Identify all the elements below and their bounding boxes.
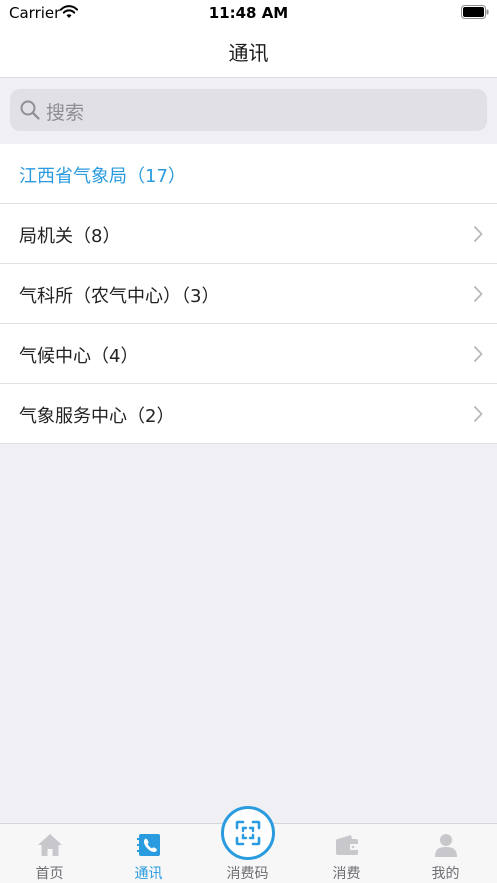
chevron-right-icon (473, 225, 483, 243)
list-item-label: 气科所（农气中心）（3） (19, 286, 220, 307)
list-item-label: 气象服务中心（2） (19, 406, 175, 427)
list-header-jiangxi[interactable]: 江西省气象局（17） (0, 144, 497, 204)
search-input[interactable]: 搜索 (10, 89, 487, 131)
tab-label: 通讯 (134, 866, 163, 882)
list-item-bureau-office[interactable]: 局机关（8） (0, 204, 497, 264)
tab-mine[interactable]: 我的 (396, 824, 495, 883)
app-screen: Carrier 11:48 AM 通讯 搜索 江西省气象局（17） 局机关（8）… (0, 0, 497, 883)
list-header-label: 江西省气象局（17） (19, 166, 186, 187)
search-icon (20, 100, 40, 120)
department-list: 江西省气象局（17） 局机关（8） 气科所（农气中心）（3） 气候中心（4） 气… (0, 144, 497, 444)
search-area: 搜索 (0, 79, 497, 143)
scan-code-icon (235, 820, 261, 846)
navigation-bar: 通讯 (0, 26, 497, 78)
list-item-label: 局机关（8） (19, 226, 121, 247)
chevron-right-icon (473, 405, 483, 423)
list-item-service-center[interactable]: 气象服务中心（2） (0, 384, 497, 444)
tab-consumption[interactable]: 消费 (297, 824, 396, 883)
chevron-right-icon (473, 285, 483, 303)
search-placeholder: 搜索 (46, 102, 85, 124)
list-item-label: 气候中心（4） (19, 346, 139, 367)
tab-contacts[interactable]: 通讯 (99, 824, 198, 883)
status-bar: Carrier 11:48 AM (0, 0, 497, 26)
list-item-climate-center[interactable]: 气候中心（4） (0, 324, 497, 384)
scan-code-button[interactable] (221, 806, 275, 860)
tab-label: 我的 (431, 866, 460, 882)
page-title: 通讯 (228, 41, 269, 65)
tab-home[interactable]: 首页 (0, 824, 99, 883)
battery-icon (461, 5, 489, 19)
profile-icon (435, 834, 457, 857)
list-item-research-institute[interactable]: 气科所（农气中心）（3） (0, 264, 497, 324)
clock: 11:48 AM (208, 4, 289, 22)
chevron-right-icon (473, 345, 483, 363)
tab-label: 消费码 (226, 866, 269, 882)
tab-bar: 首页 通讯 消费码 消费 我的 (0, 806, 497, 883)
contacts-icon (137, 834, 160, 856)
wallet-icon (336, 835, 358, 855)
tab-label: 消费 (332, 866, 361, 882)
tab-label: 首页 (35, 866, 64, 882)
home-icon (38, 834, 62, 856)
